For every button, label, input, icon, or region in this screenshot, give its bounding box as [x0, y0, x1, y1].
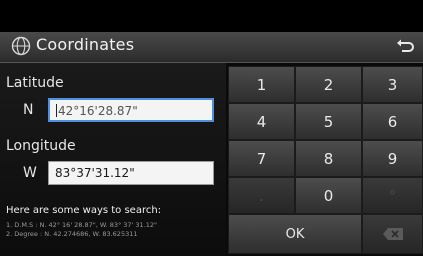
latitude-input[interactable]: 42°16'28.87": [48, 98, 214, 122]
coordinate-entry-panel: Latitude N 42°16'28.87" Longitude W 83°3…: [0, 63, 226, 256]
key-1[interactable]: 1: [228, 66, 295, 103]
key-8[interactable]: 8: [295, 140, 362, 177]
help-line-degree: 2. Degree : N. 42.274686, W. 83.625311: [6, 230, 138, 238]
back-button[interactable]: [393, 35, 417, 59]
numeric-keypad: 1 2 3 4 5 6 7 8 9 . 0 ° OK: [226, 63, 423, 256]
key-9[interactable]: 9: [362, 140, 423, 177]
key-decimal[interactable]: .: [228, 177, 295, 214]
latitude-direction[interactable]: N: [23, 102, 33, 118]
text-caret: [56, 104, 57, 117]
delete-button[interactable]: [362, 214, 423, 254]
key-7[interactable]: 7: [228, 140, 295, 177]
backspace-icon: [382, 227, 403, 240]
latitude-value: 42°16'28.87": [58, 104, 138, 118]
title-bar: Coordinates: [0, 32, 423, 63]
ok-button[interactable]: OK: [228, 214, 362, 254]
key-5[interactable]: 5: [295, 103, 362, 140]
latitude-label: Latitude: [6, 75, 64, 91]
key-6[interactable]: 6: [362, 103, 423, 140]
status-bar: [0, 0, 423, 32]
back-arrow-icon: [397, 39, 414, 52]
longitude-value: 83°37'31.12": [55, 166, 135, 180]
key-2[interactable]: 2: [295, 66, 362, 103]
help-title: Here are some ways to search:: [6, 205, 162, 216]
key-degree[interactable]: °: [362, 177, 423, 214]
key-0[interactable]: 0: [295, 177, 362, 214]
help-line-dms: 1. D.M.S : N. 42° 16' 28.87", W. 83° 37'…: [6, 221, 158, 229]
globe-icon: [11, 36, 31, 56]
longitude-label: Longitude: [6, 138, 76, 154]
key-3[interactable]: 3: [362, 66, 423, 103]
longitude-direction[interactable]: W: [23, 165, 37, 181]
key-4[interactable]: 4: [228, 103, 295, 140]
longitude-input[interactable]: 83°37'31.12": [48, 161, 214, 185]
page-title: Coordinates: [36, 35, 135, 54]
